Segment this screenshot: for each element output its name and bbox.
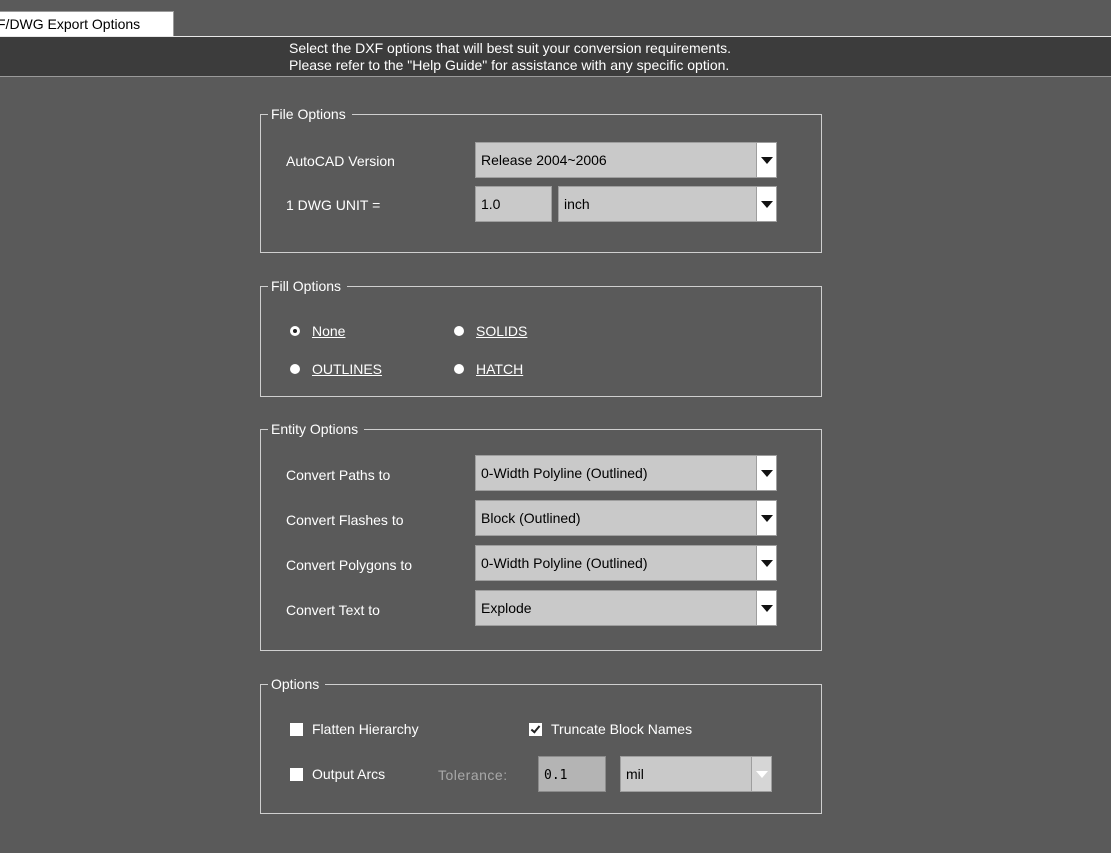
fill-none-label[interactable]: None [312,323,345,339]
autocad-version-value: Release 2004~2006 [481,152,607,168]
options-legend: Options [268,675,326,693]
chevron-down-icon [761,201,773,208]
convert-text-dropdown-button[interactable] [756,591,776,625]
tolerance-input[interactable]: 0.1 [538,756,606,792]
dwg-unit-type-dropdown-button[interactable] [756,187,776,221]
fill-solids-radio[interactable] [454,326,464,336]
dwg-unit-type-select[interactable]: inch [558,186,777,222]
dwg-unit-type-value: inch [564,196,590,212]
autocad-version-select[interactable]: Release 2004~2006 [475,142,777,178]
dwg-unit-value: 1.0 [481,196,501,212]
flatten-hierarchy-checkbox[interactable] [290,723,303,736]
fill-outlines-radio[interactable] [290,364,300,374]
fill-hatch-label[interactable]: HATCH [476,361,523,377]
entity-options-legend: Entity Options [268,420,365,438]
entity-options-group: Entity Options Convert Paths to 0-Width … [260,420,822,651]
instruction-banner: Select the DXF options that will best su… [0,37,1111,77]
file-options-group: File Options AutoCAD Version Release 200… [260,105,822,253]
autocad-version-label: AutoCAD Version [286,153,395,169]
dwg-unit-input[interactable]: 1.0 [475,186,552,222]
chevron-down-icon [761,157,773,164]
output-arcs-label[interactable]: Output Arcs [312,766,385,782]
convert-text-value: Explode [481,600,532,616]
convert-flashes-dropdown-button[interactable] [756,501,776,535]
output-arcs-checkbox[interactable] [290,768,303,781]
chevron-down-icon [761,470,773,477]
fill-outlines-label[interactable]: OUTLINES [312,361,382,377]
convert-polygons-select[interactable]: 0-Width Polyline (Outlined) [475,545,777,581]
fill-hatch-radio[interactable] [454,364,464,374]
chevron-down-icon [761,515,773,522]
convert-polygons-label: Convert Polygons to [286,557,413,573]
flatten-hierarchy-label[interactable]: Flatten Hierarchy [312,721,419,737]
options-group: Options Flatten Hierarchy Truncate Block… [260,675,822,814]
tab-bar: F/DWG Export Options [0,0,1111,37]
fill-options-group: Fill Options None SOLIDS OUTLINES HATCH [260,277,822,397]
convert-flashes-select[interactable]: Block (Outlined) [475,500,777,536]
convert-paths-value: 0-Width Polyline (Outlined) [481,465,648,481]
convert-text-select[interactable]: Explode [475,590,777,626]
fill-none-radio[interactable] [290,326,300,336]
chevron-down-icon [761,605,773,612]
truncate-block-names-checkbox[interactable] [529,723,542,736]
truncate-block-names-label[interactable]: Truncate Block Names [551,721,692,737]
autocad-version-dropdown-button[interactable] [756,143,776,177]
chevron-down-icon [756,771,768,778]
convert-flashes-value: Block (Outlined) [481,510,581,526]
tolerance-value: 0.1 [544,768,568,783]
convert-paths-dropdown-button[interactable] [756,456,776,490]
dwg-unit-label: 1 DWG UNIT = [286,197,381,213]
tolerance-unit-dropdown-button[interactable] [751,757,771,791]
convert-polygons-dropdown-button[interactable] [756,546,776,580]
file-options-legend: File Options [268,105,352,123]
banner-line-1: Select the DXF options that will best su… [289,40,731,56]
fill-options-legend: Fill Options [268,277,348,295]
fill-solids-label[interactable]: SOLIDS [476,323,527,339]
tab-dxf-dwg-export-options[interactable]: F/DWG Export Options [0,11,174,36]
convert-polygons-value: 0-Width Polyline (Outlined) [481,555,648,571]
tolerance-unit-select[interactable]: mil [620,756,772,792]
banner-line-2: Please refer to the "Help Guide" for ass… [289,57,730,73]
convert-text-label: Convert Text to [286,602,380,618]
chevron-down-icon [761,560,773,567]
convert-paths-label: Convert Paths to [286,467,391,483]
convert-flashes-label: Convert Flashes to [286,512,404,528]
tolerance-label: Tolerance: [438,767,508,783]
convert-paths-select[interactable]: 0-Width Polyline (Outlined) [475,455,777,491]
tolerance-unit-value: mil [626,766,644,782]
tab-label: F/DWG Export Options [0,16,141,32]
